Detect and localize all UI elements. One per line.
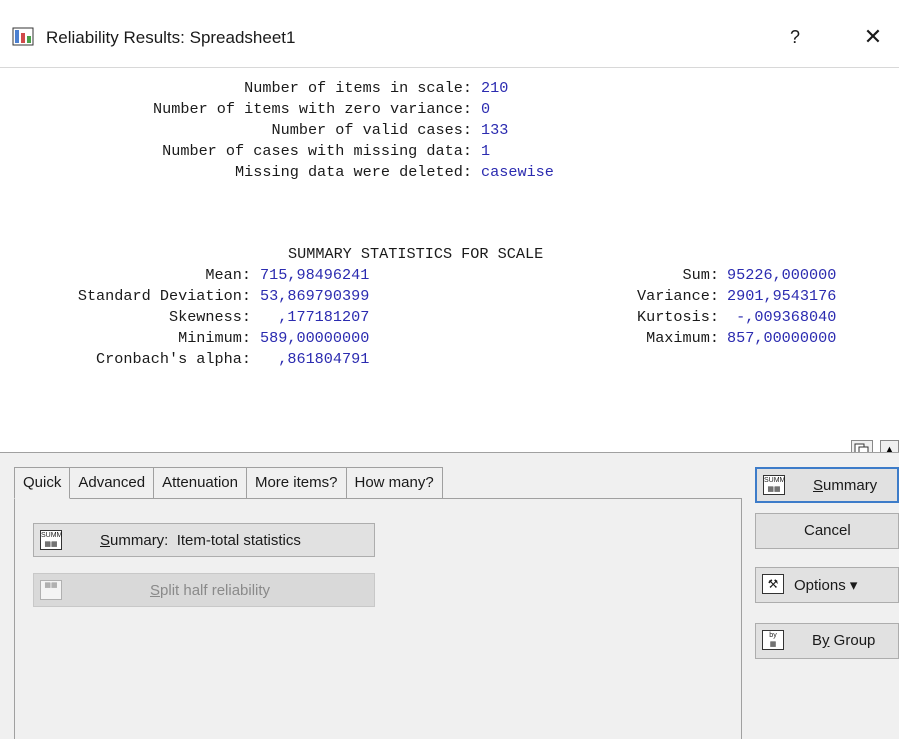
summary-button-label: Summary: [813, 477, 878, 494]
info-label: Missing data were deleted:: [235, 163, 472, 181]
summary-table-icon: SUMM ▦▦: [40, 530, 63, 550]
by-group-label: By Group: [812, 632, 876, 649]
tab-how-many[interactable]: How many?: [345, 467, 443, 499]
stat-value: 715,98496241: [260, 266, 370, 284]
stat-label: Minimum:: [178, 329, 251, 347]
info-label: Number of cases with missing data:: [162, 142, 472, 160]
stat-label: Variance:: [636, 287, 719, 305]
stat-label: Kurtosis:: [636, 308, 719, 326]
by-group-icon: by ▦: [762, 630, 784, 650]
table-grid-icon: ▦▦: [40, 580, 62, 600]
stat-value: -,009368040: [727, 308, 837, 326]
by-group-button[interactable]: by ▦ By Group: [755, 623, 899, 659]
options-label: Options ▾: [794, 577, 858, 594]
info-value: 1: [481, 142, 491, 160]
info-value: casewise: [481, 163, 554, 181]
stat-label: Skewness:: [168, 308, 251, 326]
close-button[interactable]: ✕: [855, 22, 891, 52]
info-value: 210: [481, 79, 509, 97]
stat-value: ,861804791: [260, 350, 370, 368]
options-button[interactable]: ⚒ Options ▾: [755, 567, 899, 603]
stat-value: 857,00000000: [727, 329, 837, 347]
summary-item-total-label: Summary: Item-total statistics: [100, 532, 301, 549]
options-panel: Quick Advanced Attenuation More items? H…: [0, 452, 899, 739]
reliability-app-icon: [12, 27, 34, 46]
stat-value: 53,869790399: [260, 287, 370, 305]
info-value: 133: [481, 121, 509, 139]
help-button[interactable]: ?: [780, 22, 810, 52]
options-icon: ⚒: [762, 574, 784, 594]
stat-label: Cronbach's alpha:: [96, 350, 251, 368]
info-label: Number of items with zero variance:: [153, 100, 472, 118]
split-half-label: Split half reliability: [150, 582, 271, 599]
summary-button[interactable]: SUMM ▦▦ Summary: [755, 467, 899, 503]
info-value: 0: [481, 100, 491, 118]
tab-quick[interactable]: Quick: [14, 467, 71, 499]
info-label: Number of items in scale:: [244, 79, 472, 97]
tab-attenuation[interactable]: Attenuation: [153, 467, 247, 499]
stat-label: Sum:: [682, 266, 719, 284]
cancel-label: Cancel: [804, 522, 851, 539]
stat-value: 2901,9543176: [727, 287, 837, 305]
summary-item-total-button[interactable]: SUMM ▦▦ Summary: Item-total statistics: [33, 523, 375, 557]
tab-more-items[interactable]: More items?: [245, 467, 347, 499]
info-label: Number of valid cases:: [271, 121, 472, 139]
stat-label: Maximum:: [646, 329, 719, 347]
tab-strip: Quick Advanced Attenuation More items? H…: [14, 467, 443, 499]
stat-label: Mean:: [205, 266, 251, 284]
title-bar: Reliability Results: Spreadsheet1 ? ✕: [0, 0, 899, 68]
stat-label: Standard Deviation:: [77, 287, 251, 305]
stat-value: 95226,000000: [727, 266, 837, 284]
window-title: Reliability Results: Spreadsheet1: [46, 28, 296, 47]
results-output: Number of items in scale: 210 Number of …: [0, 68, 899, 451]
summary-table-icon: SUMM ▦▦: [763, 475, 786, 495]
split-half-reliability-button[interactable]: ▦▦ Split half reliability: [33, 573, 375, 607]
stat-value: 589,00000000: [260, 329, 370, 347]
stat-value: ,177181207: [260, 308, 370, 326]
tab-advanced[interactable]: Advanced: [69, 467, 155, 499]
summary-heading: SUMMARY STATISTICS FOR SCALE: [288, 245, 544, 263]
cancel-button[interactable]: Cancel: [755, 513, 899, 549]
